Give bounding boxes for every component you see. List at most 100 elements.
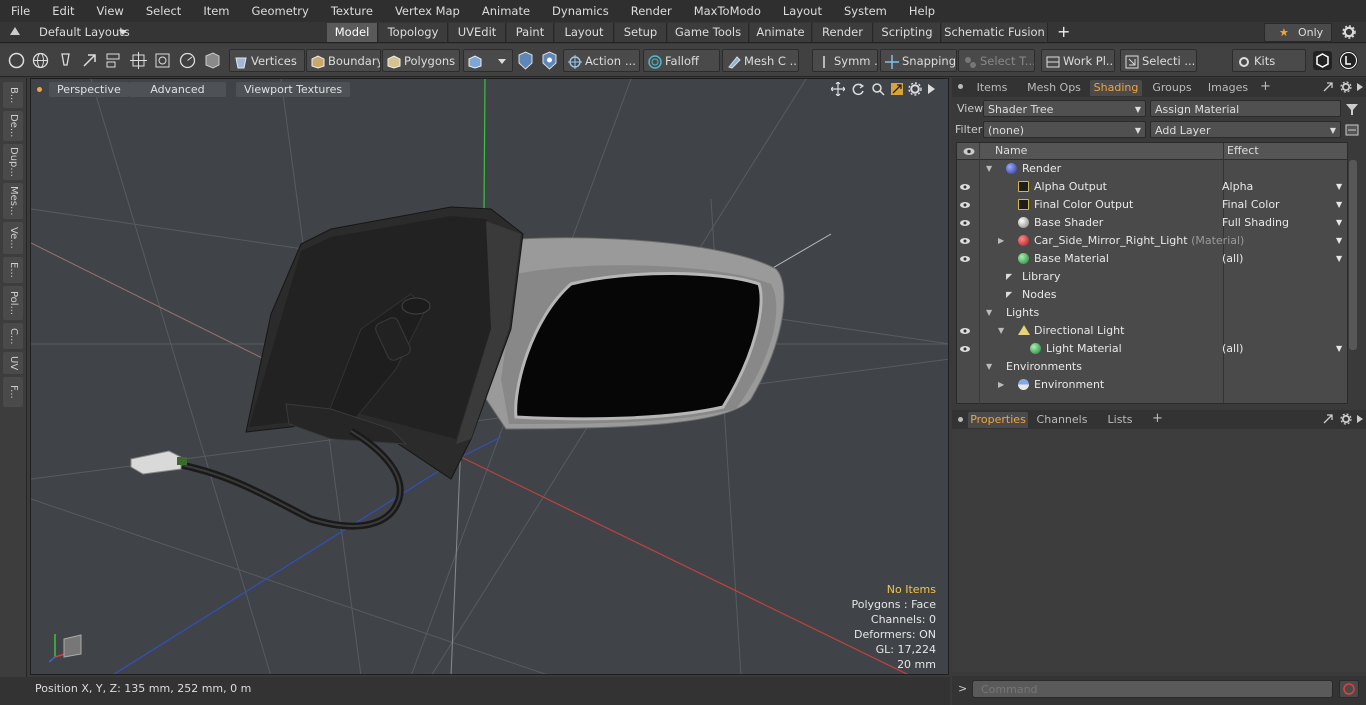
row-effect[interactable]: Full Shading — [1222, 214, 1289, 232]
left-tab-f[interactable]: F... — [3, 377, 23, 407]
row-effect[interactable]: Alpha — [1222, 178, 1253, 196]
work-plane-button[interactable]: Work Pl... — [1041, 49, 1115, 72]
material-mode-button[interactable] — [463, 49, 513, 72]
viewport-menu-icon[interactable] — [37, 87, 42, 92]
perspective-button[interactable]: Perspective — [49, 82, 129, 97]
record-button[interactable] — [1339, 680, 1359, 698]
tab-shading[interactable]: Shading — [1090, 80, 1142, 96]
folder-triangle-icon[interactable]: ◤ — [1006, 286, 1012, 304]
menu-dynamics[interactable]: Dynamics — [541, 0, 620, 22]
menu-render[interactable]: Render — [620, 0, 683, 22]
chevron-down-icon[interactable] — [119, 30, 127, 35]
tab-topology[interactable]: Topology — [379, 23, 448, 42]
panel-menu-icon[interactable] — [958, 417, 963, 422]
pen-icon[interactable] — [56, 51, 75, 70]
shield-icon[interactable] — [516, 51, 535, 70]
eye-icon[interactable] — [960, 183, 970, 191]
menu-vertex-map[interactable]: Vertex Map — [384, 0, 471, 22]
left-tab-e[interactable]: E... — [3, 257, 23, 283]
tree-row-mirror-material[interactable]: ▶ Car_Side_Mirror_Right_Light (Material)… — [956, 232, 1348, 250]
tree-row-nodes[interactable]: ◤ Nodes — [956, 286, 1348, 304]
tree-row-render[interactable]: ▼ Render — [956, 160, 1348, 178]
eye-icon[interactable] — [960, 345, 970, 353]
menu-animate[interactable]: Animate — [471, 0, 541, 22]
menu-help[interactable]: Help — [898, 0, 946, 22]
add-tab-button[interactable]: + — [1152, 411, 1163, 426]
play-icon[interactable] — [927, 83, 937, 95]
expand-triangle-icon[interactable]: ▼ — [986, 160, 992, 178]
row-effect[interactable]: (all) — [1222, 250, 1243, 268]
select-through-button[interactable]: Select T... — [958, 49, 1035, 72]
tab-game-tools[interactable]: Game Tools — [668, 23, 749, 42]
expand-icon[interactable] — [1322, 81, 1334, 93]
item-mode-icon[interactable] — [203, 51, 222, 70]
vertices-button[interactable]: Vertices — [229, 49, 305, 72]
expand-triangle-icon[interactable]: ▼ — [998, 322, 1004, 340]
assign-material-dropdown[interactable]: Assign Material — [1150, 100, 1341, 117]
tree-row-environment[interactable]: ▶ Environment — [956, 376, 1348, 394]
left-tab-c[interactable]: C... — [3, 323, 23, 349]
timer-icon[interactable] — [178, 51, 197, 70]
menu-select[interactable]: Select — [135, 0, 192, 22]
chevron-down-icon[interactable]: ▼ — [1336, 214, 1342, 232]
menu-edit[interactable]: Edit — [41, 0, 85, 22]
eye-icon[interactable] — [960, 237, 970, 245]
maximize-icon[interactable] — [890, 82, 904, 96]
tab-animate[interactable]: Animate — [750, 23, 812, 42]
tree-row-library[interactable]: ◤ Library — [956, 268, 1348, 286]
eye-icon[interactable] — [960, 255, 970, 263]
left-tab-dup[interactable]: Dup... — [3, 144, 23, 180]
add-layer-dropdown[interactable]: Add Layer ▼ — [1150, 121, 1341, 138]
rotate-icon[interactable] — [851, 82, 865, 96]
effect-column-header[interactable]: Effect — [1227, 144, 1259, 157]
chevron-down-icon[interactable]: ▼ — [1336, 250, 1342, 268]
menu-texture[interactable]: Texture — [320, 0, 384, 22]
selection-sets-button[interactable]: Selecti ... — [1120, 49, 1197, 72]
chevron-down-icon[interactable]: ▼ — [1336, 232, 1342, 250]
tab-images[interactable]: Images — [1204, 80, 1252, 96]
left-tab-mes[interactable]: Mes... — [3, 183, 23, 219]
chevron-down-icon[interactable]: ▼ — [1336, 178, 1342, 196]
row-effect[interactable]: Final Color — [1222, 196, 1280, 214]
menu-view[interactable]: View — [86, 0, 135, 22]
align-icon[interactable] — [104, 51, 123, 70]
menu-system[interactable]: System — [833, 0, 898, 22]
panel-gear-icon[interactable] — [1340, 81, 1352, 93]
panel-gear-icon[interactable] — [1340, 413, 1352, 425]
view-dropdown[interactable]: Shader Tree ▼ — [983, 100, 1146, 117]
expand-icon[interactable] — [1322, 413, 1334, 425]
unreal-icon[interactable] — [1339, 51, 1358, 70]
left-tab-uv[interactable]: UV — [3, 352, 23, 374]
eye-icon[interactable] — [960, 201, 970, 209]
tree-scrollbar[interactable] — [1349, 160, 1357, 350]
3d-viewport[interactable]: Perspective Advanced Viewport Textures N… — [30, 78, 949, 675]
name-column-header[interactable]: Name — [995, 144, 1027, 157]
command-input[interactable] — [972, 680, 1333, 698]
tab-schematic-fusion[interactable]: Schematic Fusion — [942, 23, 1048, 42]
tab-groups[interactable]: Groups — [1146, 80, 1198, 96]
eye-icon[interactable] — [960, 219, 970, 227]
panel-more-icon[interactable] — [1356, 82, 1364, 92]
expand-triangle-icon[interactable]: ▼ — [986, 358, 992, 376]
tree-row-light-material[interactable]: Light Material (all) ▼ — [956, 340, 1348, 358]
falloff-button[interactable]: Falloff — [643, 49, 720, 72]
filter-dropdown[interactable]: (none) ▼ — [983, 121, 1146, 138]
viewport-settings-icon[interactable] — [908, 82, 922, 96]
tree-row-lights[interactable]: ▼ Lights — [956, 304, 1348, 322]
add-tab-button[interactable]: + — [1057, 22, 1070, 41]
advanced-button[interactable]: Advanced — [129, 82, 226, 97]
left-tab-ve[interactable]: Ve... — [3, 222, 23, 254]
tab-uvedit[interactable]: UVEdit — [449, 23, 506, 42]
eye-icon[interactable] — [963, 147, 975, 156]
tree-row-alpha-output[interactable]: Alpha Output Alpha ▼ — [956, 178, 1348, 196]
tab-properties[interactable]: Properties — [968, 412, 1028, 428]
chevron-down-icon[interactable]: ▼ — [1336, 340, 1342, 358]
tree-row-base-material[interactable]: Base Material (all) ▼ — [956, 250, 1348, 268]
menu-geometry[interactable]: Geometry — [241, 0, 320, 22]
tree-row-environments[interactable]: ▼ Environments — [956, 358, 1348, 376]
snapping-button[interactable]: Snapping — [880, 49, 957, 72]
select-circle-icon[interactable] — [7, 51, 26, 70]
tree-row-directional-light[interactable]: ▼ Directional Light — [956, 322, 1348, 340]
tree-row-base-shader[interactable]: Base Shader Full Shading ▼ — [956, 214, 1348, 232]
tab-lists[interactable]: Lists — [1098, 412, 1142, 428]
